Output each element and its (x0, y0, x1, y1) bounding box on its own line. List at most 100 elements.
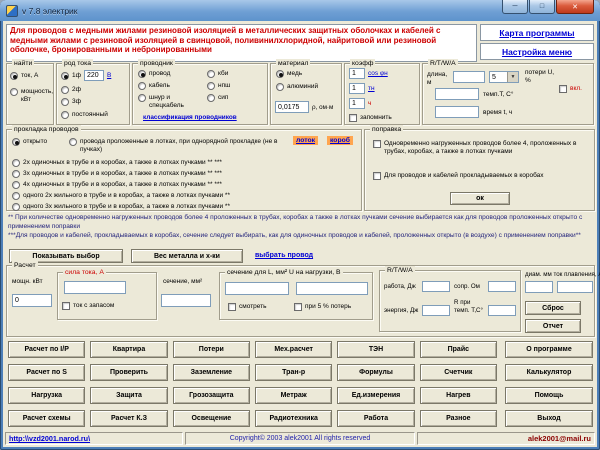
dc-radio[interactable] (61, 111, 69, 119)
section-l-input[interactable] (225, 282, 289, 295)
grid-button-r4-c5[interactable]: Работа (337, 410, 414, 427)
grid-button-r3-c5[interactable]: Ед.измерения (337, 387, 414, 404)
length-unit-combo[interactable]: 5 ▼ (489, 71, 519, 83)
reset-button[interactable]: Сброс (525, 301, 581, 315)
cable-radio[interactable] (138, 82, 146, 90)
help-button[interactable]: Помощь (505, 387, 593, 404)
wire-radio[interactable] (138, 70, 146, 78)
grid-button-r3-c2[interactable]: Защита (90, 387, 167, 404)
calculator-button[interactable]: Калькулятор (505, 364, 593, 381)
select-wire-link[interactable]: выбрать провод (255, 252, 313, 259)
find-power-radio[interactable] (10, 88, 18, 96)
sip-option[interactable]: сип (207, 94, 228, 102)
remember-option[interactable]: запомнить (349, 114, 392, 122)
resistivity-input[interactable]: 0,0175 (275, 101, 309, 113)
length-input[interactable] (453, 71, 485, 83)
laying-tray-option[interactable]: провода проложенные в лотках, при одноря… (69, 138, 281, 154)
grid-button-r1-c1[interactable]: Расчет по I/P (8, 341, 85, 358)
cos-phi-label[interactable]: cos φн (368, 70, 388, 77)
exit-button[interactable]: Выход (505, 410, 593, 427)
ch-input[interactable]: 1 (349, 98, 365, 109)
close-button[interactable]: ✕ (556, 0, 594, 14)
metal-weight-button[interactable]: Вес металла и х-ки (131, 249, 243, 263)
grid-button-r4-c4[interactable]: Радиотехника (255, 410, 332, 427)
tray-link[interactable]: лоток (293, 136, 318, 145)
grid-button-r3-c6[interactable]: Нагрев (420, 387, 497, 404)
grid-button-r4-c1[interactable]: Расчет схемы (8, 410, 85, 427)
remember-checkbox[interactable] (349, 114, 357, 122)
tn-label[interactable]: тн (368, 85, 375, 92)
email-link[interactable]: alek2001@mail.ru (528, 434, 591, 443)
kbi-option[interactable]: кби (207, 70, 228, 78)
grid-button-r1-c4[interactable]: Мех.расчет (255, 341, 332, 358)
homepage-link[interactable]: http:\\vzd2001.narod.ru\ (9, 434, 90, 443)
work-input[interactable] (422, 281, 450, 292)
cord-option[interactable]: шнур и спецкабель (138, 94, 200, 110)
laying-option[interactable]: 3х одиночных в трубе и в коробах, а такж… (12, 170, 357, 178)
laying-open-option[interactable]: открыто (12, 138, 47, 146)
u-load-input[interactable] (296, 282, 368, 295)
dc-option[interactable]: постоянный (61, 111, 108, 119)
grid-button-r2-c2[interactable]: Проверить (90, 364, 167, 381)
aluminum-radio[interactable] (276, 83, 284, 91)
watch-option[interactable]: смотреть (228, 303, 267, 311)
melting-input[interactable] (557, 281, 593, 293)
cable-option[interactable]: кабель (138, 82, 170, 90)
resistance-input[interactable] (488, 281, 516, 292)
laying-radio[interactable] (12, 203, 20, 211)
report-button[interactable]: Отчет (525, 319, 581, 333)
voltage-input[interactable]: 220 (84, 70, 104, 81)
power-input[interactable]: 0 (12, 294, 52, 307)
npsh-option[interactable]: нпш (207, 82, 230, 90)
grid-button-r3-c3[interactable]: Грозозащита (173, 387, 250, 404)
reserve-checkbox[interactable] (62, 302, 70, 310)
menu-setup-link[interactable]: Настройка меню (502, 47, 572, 57)
laying-option[interactable]: 2х одиночных в трубе и в коробах, а такж… (12, 159, 357, 167)
aluminum-option[interactable]: алюминий (276, 83, 318, 91)
kbi-radio[interactable] (207, 70, 215, 78)
phase-2-option[interactable]: 2ф (61, 86, 81, 94)
phase-2-radio[interactable] (61, 86, 69, 94)
current-result-input[interactable] (64, 281, 126, 294)
laying-tray-radio[interactable] (69, 138, 77, 146)
grid-button-r1-c5[interactable]: ТЭН (337, 341, 414, 358)
temperature-input[interactable] (435, 88, 479, 100)
grid-button-r1-c3[interactable]: Потери (173, 341, 250, 358)
grid-button-r2-c3[interactable]: Заземление (173, 364, 250, 381)
cos-phi-input[interactable]: 1 (349, 68, 365, 79)
r-temp-input[interactable] (488, 305, 516, 316)
tn-input[interactable]: 1 (349, 83, 365, 94)
energy-input[interactable] (422, 305, 450, 316)
laying-option[interactable]: одного 3х жильного в трубе и в коробах, … (12, 203, 357, 211)
laying-radio[interactable] (12, 170, 20, 178)
find-power-option[interactable]: мощность, кВт (10, 88, 52, 104)
duct-correction-checkbox[interactable] (373, 172, 381, 180)
loss5-checkbox[interactable] (294, 303, 302, 311)
npsh-radio[interactable] (207, 82, 215, 90)
phase-1-option[interactable]: 1ф 220 В (61, 70, 111, 81)
wire-option[interactable]: провод (138, 70, 170, 78)
ok-button[interactable]: ок (450, 192, 510, 205)
cord-radio[interactable] (138, 94, 146, 102)
laying-open-radio[interactable] (12, 138, 20, 146)
grid-button-r4-c6[interactable]: Разное (420, 410, 497, 427)
grid-button-r3-c4[interactable]: Метраж (255, 387, 332, 404)
duct-correction-option[interactable]: Для проводов и кабелей прокладываемых в … (373, 172, 587, 180)
sip-radio[interactable] (207, 94, 215, 102)
loss5-option[interactable]: при 5 % потерь (294, 303, 351, 311)
section-input[interactable] (161, 294, 211, 307)
enable-checkbox[interactable] (559, 85, 567, 93)
laying-radio[interactable] (12, 159, 20, 167)
phase-3-option[interactable]: 3ф (61, 98, 81, 106)
reserve-option[interactable]: ток с запасом (62, 302, 114, 310)
copper-radio[interactable] (276, 70, 284, 78)
find-current-radio[interactable] (10, 72, 18, 80)
about-button[interactable]: О программе (505, 341, 593, 358)
phase-3-radio[interactable] (61, 98, 69, 106)
multi-load-option[interactable]: Одновременно нагруженных проводов более … (373, 140, 587, 156)
grid-button-r1-c2[interactable]: Квартира (90, 341, 167, 358)
enable-option[interactable]: вкл. (559, 85, 582, 93)
classification-link[interactable]: классификация проводников (143, 114, 237, 121)
minimize-button[interactable]: ─ (502, 0, 528, 14)
time-input[interactable] (435, 106, 479, 118)
